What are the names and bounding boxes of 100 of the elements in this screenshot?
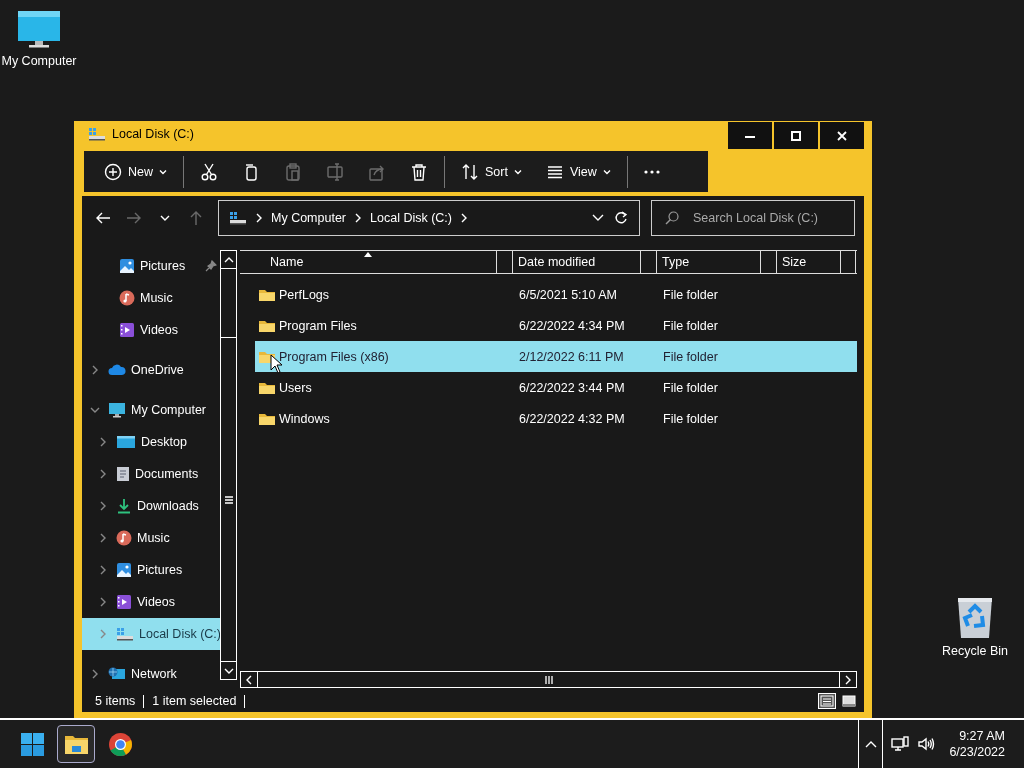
sidebar-item[interactable]: Downloads: [82, 490, 220, 522]
caret-icon: [602, 167, 611, 176]
file-name: Program Files (x86): [279, 349, 389, 364]
icon-label: Recycle Bin: [942, 644, 1008, 658]
volume-icon[interactable]: [917, 736, 936, 752]
column-header[interactable]: Size: [777, 251, 841, 273]
plus-circle-icon: [104, 162, 122, 181]
file-explorer-button[interactable]: [57, 725, 95, 763]
sidebar-item[interactable]: Videos: [82, 586, 220, 618]
network-icon: [108, 667, 126, 681]
breadcrumb[interactable]: My Computer: [271, 211, 347, 225]
more-icon: [643, 169, 660, 174]
sort-arrow-icon: [364, 252, 372, 257]
download-icon: [116, 498, 132, 514]
clock-date[interactable]: 6/23/2022: [949, 745, 1005, 759]
table-cell-text: 2/12/2022 6:11 PM: [518, 349, 625, 364]
scrollbar-grip-icon: [544, 675, 553, 684]
new-button[interactable]: New: [92, 153, 179, 190]
table-cell-text: File folder: [662, 380, 719, 395]
breadcrumb-chevron-icon[interactable]: [255, 213, 263, 223]
table-cell-text: 6/22/2022 4:32 PM: [518, 411, 626, 426]
column-header[interactable]: Date modified: [513, 251, 641, 273]
maximize-icon: [790, 130, 802, 141]
trash-icon: [410, 162, 428, 181]
caret-icon: [513, 167, 522, 176]
file-name: PerfLogs: [279, 287, 330, 302]
arrow-up-icon: [188, 210, 204, 226]
table-cell-text: File folder: [662, 318, 719, 333]
folder-icon: [258, 287, 276, 302]
status-text: 1 item selected: [152, 694, 246, 708]
sidebar-item[interactable]: Pictures: [82, 554, 220, 586]
document-icon: [116, 466, 130, 482]
arrow-right-icon: [126, 210, 142, 226]
folder-icon: [258, 380, 276, 395]
vertical-scrollbar[interactable]: [220, 250, 237, 680]
start-icon: [19, 731, 45, 757]
clock-time[interactable]: 9:27 AM: [959, 729, 1005, 743]
videos-icon: [116, 594, 132, 610]
sidebar-item[interactable]: Music: [82, 522, 220, 554]
search-icon: [665, 211, 679, 225]
show-hidden-icons-button[interactable]: [858, 720, 884, 768]
sidebar-item[interactable]: Documents: [82, 458, 220, 490]
sort-button[interactable]: Sort: [449, 153, 534, 190]
details-view-button[interactable]: [817, 692, 837, 710]
close-button[interactable]: [820, 122, 864, 149]
scissors-icon: [200, 162, 218, 181]
breadcrumb[interactable]: Local Disk (C:): [370, 211, 452, 225]
view-button[interactable]: View: [533, 153, 623, 190]
sidebar-item[interactable]: OneDrive: [82, 354, 220, 386]
search-field[interactable]: Search Local Disk (C:): [651, 200, 855, 236]
sidebar-item[interactable]: Videos: [82, 314, 220, 346]
file-row[interactable]: Program Files (x86) 2/12/2022 6:11 PM File folder: [255, 341, 857, 372]
chevron-up-icon: [864, 740, 877, 748]
tiles-view-button[interactable]: [839, 692, 859, 710]
status-text: 5 items: [95, 694, 145, 708]
pictures-icon: [116, 562, 132, 578]
file-row[interactable]: PerfLogs 6/5/2021 5:10 AM File folder: [255, 279, 857, 310]
chevron-up-icon: [223, 255, 234, 264]
window-title: Local Disk (C:): [112, 127, 194, 141]
column-header[interactable]: Type: [657, 251, 761, 273]
clipboard-icon: [284, 162, 302, 181]
music-icon: [119, 290, 135, 306]
scrollbar-grip-icon: [224, 495, 233, 504]
drive-icon: [229, 211, 247, 225]
horizontal-scrollbar[interactable]: [240, 671, 857, 688]
sidebar-item[interactable]: Network: [82, 658, 220, 690]
sidebar-item[interactable]: Local Disk (C:): [82, 618, 220, 650]
file-row[interactable]: Program Files 6/22/2022 4:34 PM File folder: [255, 310, 857, 341]
drive-icon: [88, 127, 106, 141]
network-status-icon[interactable]: [891, 736, 910, 752]
recycle-bin-icon[interactable]: [955, 596, 995, 640]
breadcrumb-chevron-icon[interactable]: [354, 213, 363, 223]
column-header[interactable]: Name: [240, 251, 497, 273]
sort-icon: [461, 162, 479, 181]
music-icon: [116, 530, 132, 546]
file-row[interactable]: Windows 6/22/2022 4:32 PM File folder: [255, 403, 857, 434]
caret-icon: [159, 167, 167, 176]
videos-icon: [119, 322, 135, 338]
table-cell-text: File folder: [662, 411, 719, 426]
icon-label: My Computer: [1, 54, 77, 68]
sidebar-item[interactable]: My Computer: [82, 394, 220, 426]
chevron-left-icon: [245, 674, 253, 685]
close-icon: [836, 130, 848, 141]
sidebar-item[interactable]: Desktop: [82, 426, 220, 458]
sidebar-item[interactable]: Music: [82, 282, 220, 314]
table-cell-text: 6/22/2022 4:34 PM: [518, 318, 626, 333]
cloud-icon: [108, 364, 126, 376]
rename-icon: [326, 162, 344, 181]
monitor-icon: [108, 402, 126, 418]
chevron-down-icon: [223, 666, 234, 675]
folder-icon: [258, 318, 276, 333]
address-bar[interactable]: My Computer Local Disk (C:): [218, 200, 640, 236]
table-cell-text: 6/22/2022 3:44 PM: [518, 380, 626, 395]
breadcrumb-chevron-icon[interactable]: [460, 213, 468, 223]
sidebar-item[interactable]: Pictures: [82, 250, 220, 282]
computer-icon[interactable]: [17, 10, 61, 50]
file-row[interactable]: Users 6/22/2022 3:44 PM File folder: [255, 372, 857, 403]
file-name: Users: [279, 380, 312, 395]
maximize-button[interactable]: [774, 122, 818, 149]
chevron-right-icon: [844, 674, 852, 685]
